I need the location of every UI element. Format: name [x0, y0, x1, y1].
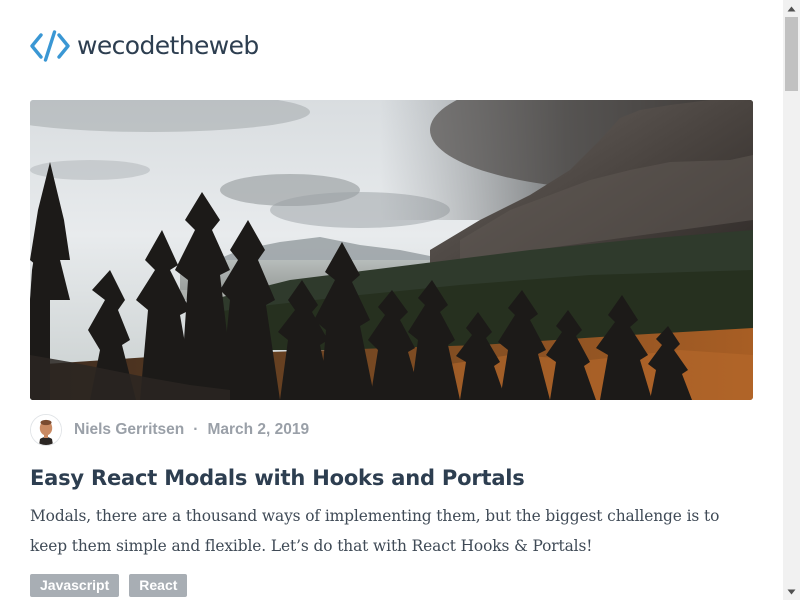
page-content: wecodetheweb Niels Gerritsen · March 2, … — [0, 0, 783, 600]
site-logo-text: wecodetheweb — [77, 31, 259, 60]
scrollbar-thumb[interactable] — [785, 17, 798, 91]
post-meta: Niels Gerritsen · March 2, 2019 — [30, 414, 309, 446]
meta-separator: · — [193, 421, 199, 438]
site-logo[interactable]: wecodetheweb — [30, 28, 259, 64]
tag-react[interactable]: React — [129, 574, 188, 597]
post-hero-image[interactable] — [30, 100, 753, 400]
post-title[interactable]: Easy React Modals with Hooks and Portals — [30, 462, 525, 494]
post-tags: Javascript React — [30, 574, 197, 597]
scroll-up-arrow-icon[interactable] — [783, 0, 800, 17]
vertical-scrollbar[interactable] — [783, 0, 800, 600]
code-brackets-icon — [30, 30, 70, 62]
browser-viewport: wecodetheweb Niels Gerritsen · March 2, … — [0, 0, 800, 600]
post-excerpt: Modals, there are a thousand ways of imp… — [30, 507, 720, 555]
author-avatar[interactable] — [30, 414, 62, 446]
author-portrait-image — [31, 415, 61, 445]
author-name[interactable]: Niels Gerritsen — [74, 421, 184, 439]
mountain-forest-landscape-image — [30, 100, 753, 400]
scroll-down-arrow-icon[interactable] — [783, 583, 800, 600]
tag-javascript[interactable]: Javascript — [30, 574, 120, 597]
post-date: March 2, 2019 — [207, 421, 310, 438]
